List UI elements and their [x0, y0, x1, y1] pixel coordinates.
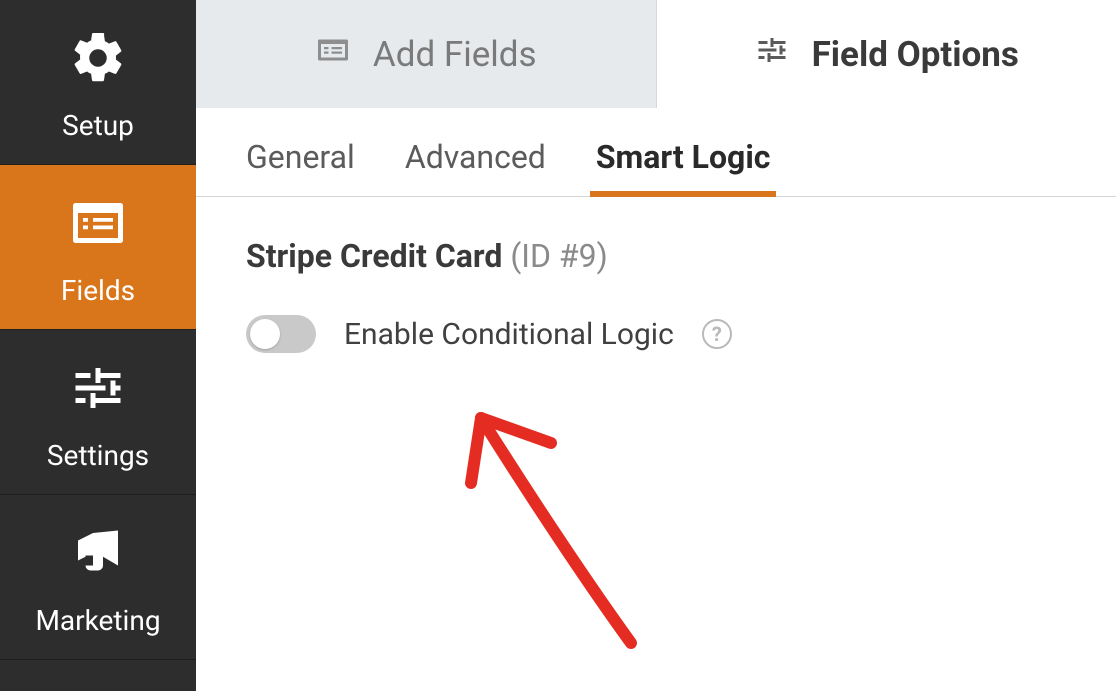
sidebar-item-label: Settings — [47, 439, 149, 472]
help-icon[interactable]: ? — [702, 319, 732, 349]
field-id: (ID #9) — [510, 237, 607, 275]
field-name: Stripe Credit Card — [246, 237, 502, 275]
sidebar-item-label: Fields — [61, 274, 135, 307]
main-column: Add Fields Field Options General Advance… — [196, 0, 1116, 691]
list-card-icon — [68, 193, 128, 260]
tab-field-options[interactable]: Field Options — [657, 0, 1116, 108]
sub-tab-advanced[interactable]: Advanced — [405, 138, 546, 196]
builder-top-tabs: Add Fields Field Options — [196, 0, 1116, 108]
conditional-logic-toggle[interactable] — [246, 315, 316, 353]
field-title: Stripe Credit Card (ID #9) — [246, 237, 1066, 275]
sidebar-item-setup[interactable]: Setup — [0, 0, 196, 165]
tab-label: Add Fields — [373, 34, 537, 75]
form-fields-icon — [315, 32, 351, 77]
sub-tab-smart-logic[interactable]: Smart Logic — [596, 138, 771, 196]
tab-label: Field Options — [812, 34, 1019, 75]
field-options-sub-tabs: General Advanced Smart Logic — [196, 108, 1116, 197]
sliders-icon — [754, 32, 790, 77]
builder-sidebar: Setup Fields Settings Marketing — [0, 0, 196, 691]
smart-logic-panel: Stripe Credit Card (ID #9) Enable Condit… — [196, 197, 1116, 691]
sliders-icon — [68, 358, 128, 425]
gear-icon — [68, 28, 128, 95]
sidebar-item-settings[interactable]: Settings — [0, 330, 196, 495]
tab-add-fields[interactable]: Add Fields — [196, 0, 657, 108]
sidebar-item-marketing[interactable]: Marketing — [0, 495, 196, 660]
sidebar-item-fields[interactable]: Fields — [0, 165, 196, 330]
conditional-logic-row: Enable Conditional Logic ? — [246, 315, 1066, 353]
sidebar-item-label: Setup — [62, 109, 134, 142]
sub-tab-general[interactable]: General — [246, 138, 355, 196]
sidebar-item-label: Marketing — [35, 604, 160, 637]
bullhorn-icon — [68, 523, 128, 590]
conditional-logic-label: Enable Conditional Logic — [344, 317, 674, 352]
